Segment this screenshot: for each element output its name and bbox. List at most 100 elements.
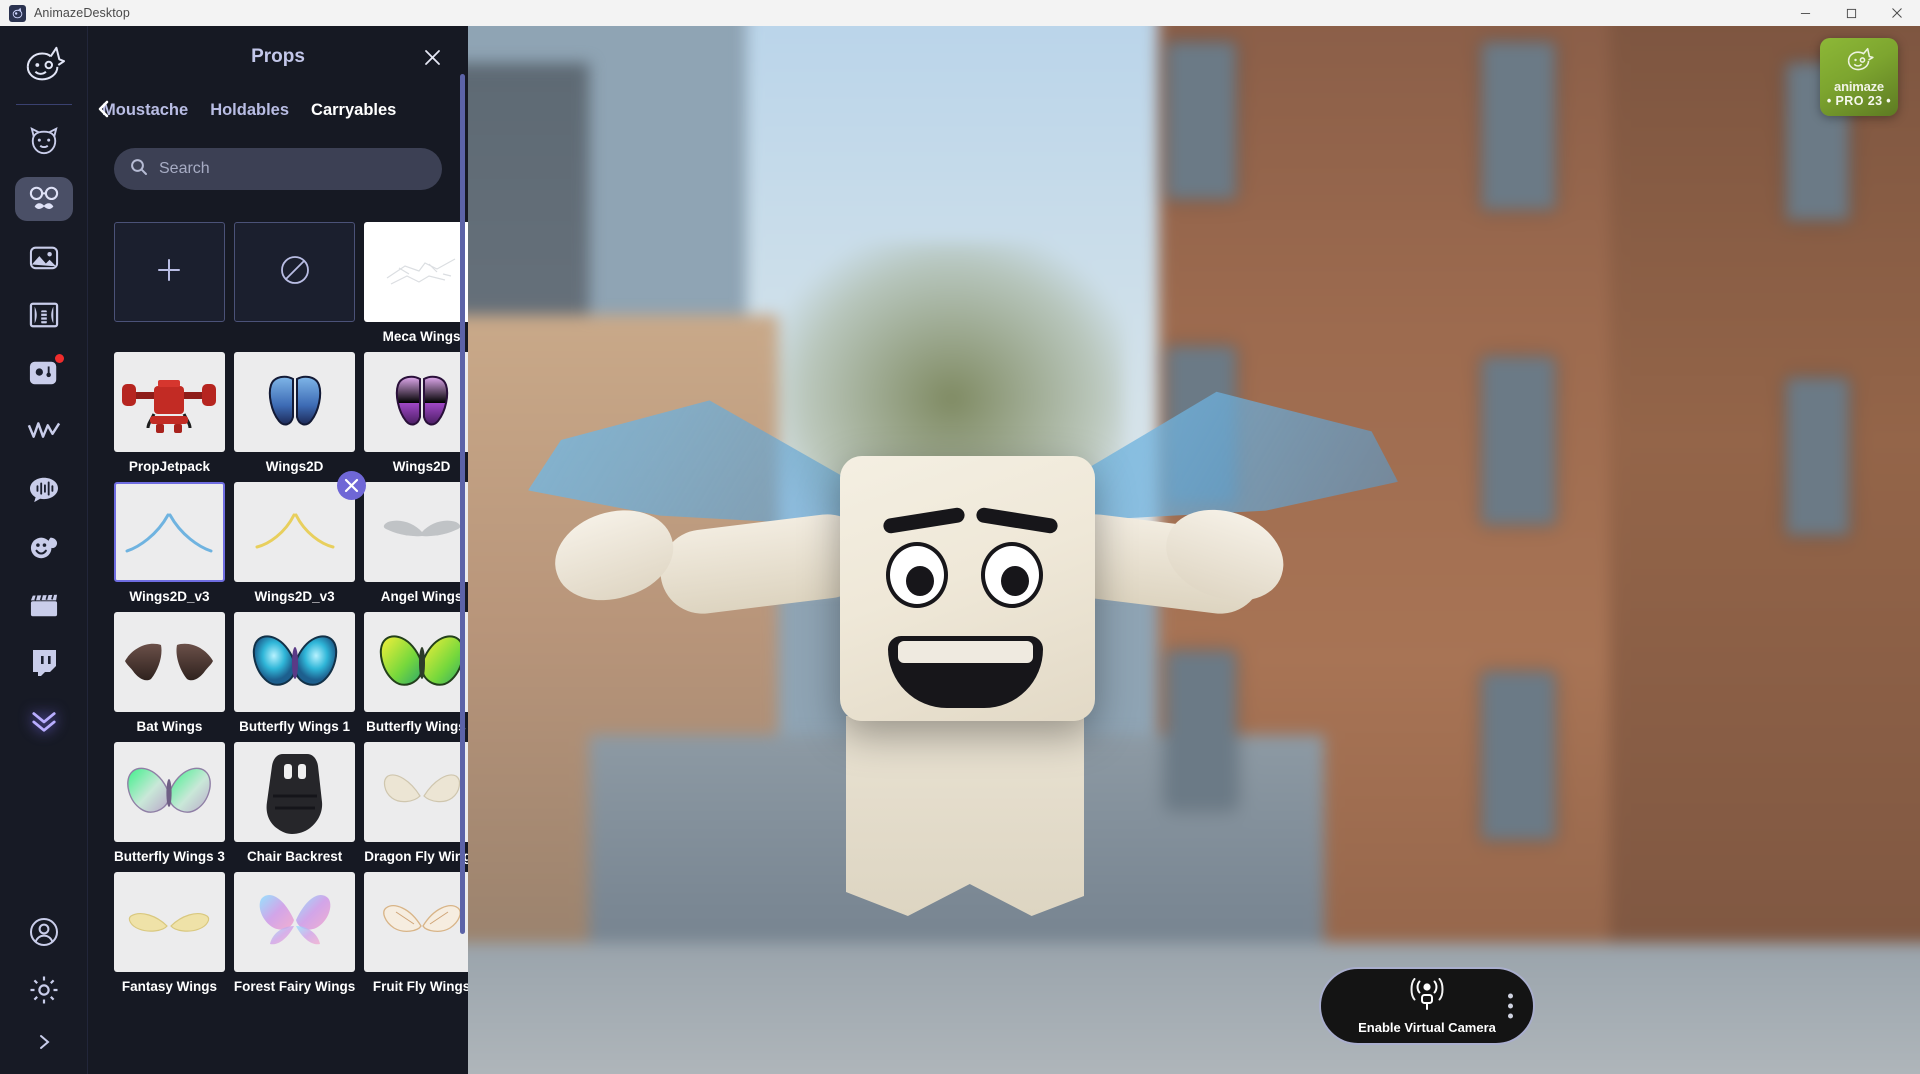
page-title: Props [251,46,305,67]
prop-thumb[interactable] [364,482,468,582]
window-titlebar: AnimazeDesktop [0,0,1920,26]
prop-item-butterfly-wings-3[interactable]: Butterfly Wings 3 [114,742,225,864]
close-panel-button[interactable] [420,45,444,69]
prop-thumb[interactable] [233,872,356,972]
search-input[interactable]: Search [114,148,442,190]
category-tabs: Moustache Holdables Carryables [88,88,468,132]
avatar-character[interactable] [468,26,1920,1074]
sidebar-item-settings[interactable] [15,968,73,1012]
close-icon[interactable] [1874,0,1920,26]
prop-item-butterfly-wings-1[interactable]: Butterfly Wings 1 [233,612,356,734]
sidebar-item-twitch[interactable] [15,641,73,685]
sidebar-item-tracking[interactable] [15,409,73,453]
prop-thumb[interactable] [233,612,356,712]
sidebar-item-backgrounds[interactable] [15,235,73,279]
sidebar-item-recordings[interactable] [15,583,73,627]
prop-thumb[interactable] [114,352,225,452]
prop-item-meca-wings[interactable]: Meca Wings [364,222,468,344]
prop-thumb-selected[interactable] [114,482,225,582]
sidebar-item-scenes[interactable] [15,293,73,337]
prop-label: Butterfly Wings 2 [366,719,468,734]
prop-label: Forest Fairy Wings [233,979,356,994]
add-prop-thumb[interactable] [114,222,225,322]
prop-label: PropJetpack [128,459,210,474]
prop-item-fruit-fly-wings[interactable]: Fruit Fly Wings [364,872,468,994]
minimize-icon[interactable] [1782,0,1828,26]
photos-icon [28,359,60,387]
prop-thumb[interactable] [114,742,225,842]
prop-label: Wings2D [265,459,324,474]
prop-thumb[interactable] [364,872,468,972]
no-prop-icon [278,253,312,292]
tab-moustache[interactable]: Moustache [102,101,188,120]
prop-label: Bat Wings [136,719,203,734]
prop-item-wings2d-v3-yellow[interactable]: Wings2D_v3 [233,471,367,604]
gear-icon [28,974,60,1006]
left-sidebar [0,26,88,1074]
props-grid[interactable]: Meca Wings PropJetpack Wings2D Wings2D W… [88,222,468,1074]
sidebar-expand-button[interactable] [26,1026,62,1062]
prop-item-chair-backrest[interactable]: Chair Backrest [233,742,356,864]
prop-thumb[interactable] [364,742,468,842]
pro-badge[interactable]: animaze • PRO 23 • [1820,38,1898,116]
maximize-icon[interactable] [1828,0,1874,26]
prop-item-forest-fairy-wings[interactable]: Forest Fairy Wings [233,872,356,994]
prop-thumb[interactable] [364,612,468,712]
prop-item-angel-wings[interactable]: Angel Wings [364,482,468,604]
prop-item-add[interactable] [114,222,225,344]
sidebar-item-voice[interactable] [15,467,73,511]
prop-item-propjetpack[interactable]: PropJetpack [114,352,225,474]
cat-face-icon [28,126,60,156]
prop-thumb[interactable] [364,222,468,322]
prop-item-wings2d-purple[interactable]: Wings2D [364,352,468,474]
image-icon [28,243,60,271]
sidebar-item-gallery[interactable] [15,351,73,395]
sidebar-item-account[interactable] [15,910,73,954]
tab-carryables[interactable]: Carryables [311,101,396,120]
prop-item-wings2d-v3-blue[interactable]: Wings2D_v3 [114,482,225,604]
glasses-moustache-icon [27,184,61,214]
chevron-left-icon[interactable] [97,100,111,123]
prop-item-fantasy-wings[interactable]: Fantasy Wings [114,872,225,994]
prop-item-wings2d-blue[interactable]: Wings2D [233,352,356,474]
prop-label: Chair Backrest [246,849,343,864]
prop-item-none[interactable] [233,222,356,344]
avatar-viewport[interactable]: Enable Virtual Camera animaze • PRO 23 • [468,26,1920,1074]
voice-bubble-icon [28,475,60,503]
tab-holdables[interactable]: Holdables [210,101,289,120]
search-container: Search [88,132,468,200]
user-circle-icon [29,917,59,947]
props-panel: Props Moustache Holdables Carryables Sea… [88,26,468,1074]
sidebar-item-props[interactable] [14,177,73,221]
sidebar-item-emotes[interactable] [15,525,73,569]
prop-label: Dragon Fly Wings [364,849,468,864]
prop-thumb[interactable] [233,352,356,452]
chevron-right-icon [35,1033,53,1056]
enable-virtual-camera-button[interactable]: Enable Virtual Camera [1319,967,1535,1045]
prop-item-bat-wings[interactable]: Bat Wings [114,612,225,734]
sidebar-item-avatars[interactable] [15,119,73,163]
prop-thumb[interactable] [364,352,468,452]
remove-prop-badge[interactable] [337,471,367,500]
animaze-face-logo[interactable] [0,26,87,104]
prop-item-butterfly-wings-2[interactable]: Butterfly Wings 2 [364,612,468,734]
prop-label: Fruit Fly Wings [372,979,468,994]
panel-scrollbar[interactable] [460,74,465,934]
no-prop-thumb[interactable] [233,222,356,322]
sidebar-item-downloads[interactable] [15,699,73,743]
pro-badge-brand: animaze [1834,78,1884,94]
search-icon [130,158,148,181]
prop-label: Wings2D_v3 [254,589,335,604]
prop-thumb[interactable] [114,612,225,712]
prop-thumb[interactable] [233,742,356,842]
prop-item-dragon-fly-wings[interactable]: Dragon Fly Wings [364,742,468,864]
sidebar-bottom-group [0,896,88,1074]
prop-thumb[interactable] [233,482,356,582]
prop-label: Fantasy Wings [121,979,218,994]
prop-label: Wings2D [392,459,451,474]
kebab-menu-icon[interactable] [1508,993,1513,1019]
animaze-app-icon [9,4,26,22]
search-placeholder: Search [159,160,210,177]
prop-thumb[interactable] [114,872,225,972]
panel-header: Props [88,26,468,88]
